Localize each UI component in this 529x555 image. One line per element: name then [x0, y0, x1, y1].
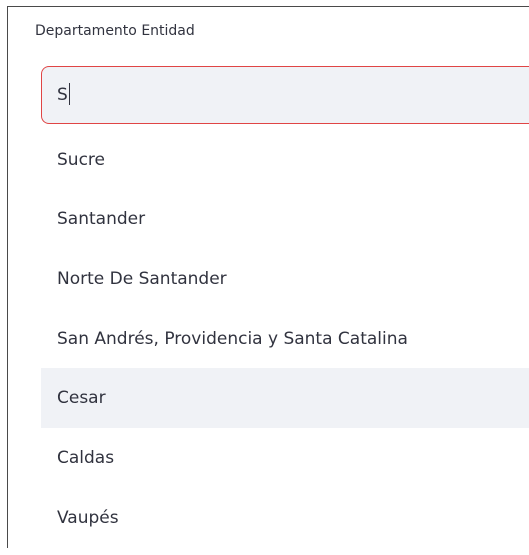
- option-santander[interactable]: Santander: [41, 189, 529, 249]
- option-norte-de-santander[interactable]: Norte De Santander: [41, 249, 529, 309]
- options-dropdown: Sucre Santander Norte De Santander San A…: [41, 129, 529, 555]
- option-caldas[interactable]: Caldas: [41, 428, 529, 488]
- search-text[interactable]: S: [57, 83, 70, 107]
- text-caret: [68, 83, 70, 105]
- department-select-input[interactable]: S: [41, 66, 529, 124]
- input-value: S: [57, 85, 68, 105]
- option-san-andres[interactable]: San Andrés, Providencia y Santa Catalina: [41, 309, 529, 369]
- option-vaupes[interactable]: Vaupés: [41, 488, 529, 548]
- option-sucre[interactable]: Sucre: [41, 130, 529, 190]
- option-cesar[interactable]: Cesar: [41, 368, 529, 428]
- field-label: Departamento Entidad: [35, 23, 195, 39]
- widget-panel: Departamento Entidad S Sucre Santander N…: [7, 6, 529, 555]
